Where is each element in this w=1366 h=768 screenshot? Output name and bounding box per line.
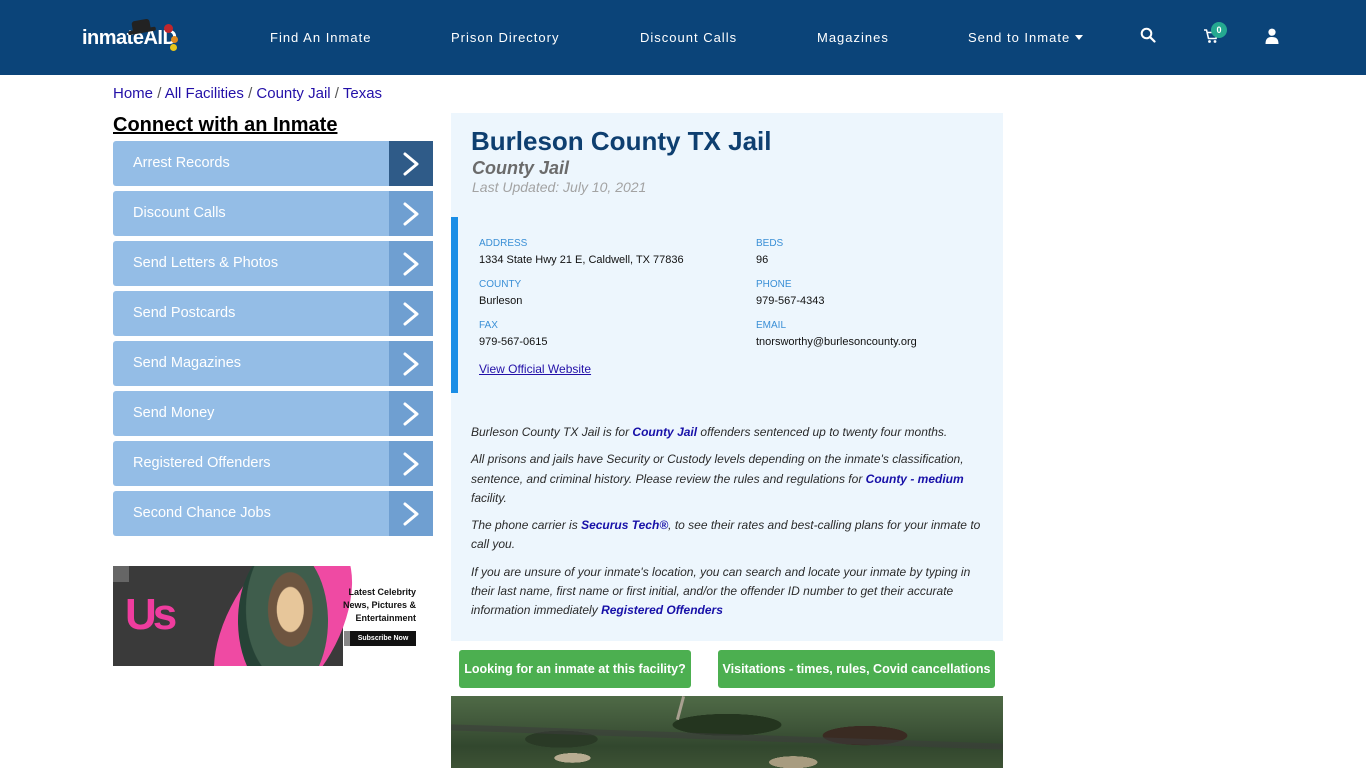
chevron-right-icon	[389, 191, 433, 236]
menu-item-label: Second Chance Jobs	[133, 505, 271, 521]
chevron-right-icon	[389, 341, 433, 386]
email-value: tnorsworthy@burlesoncounty.org	[756, 336, 917, 348]
description-paragraph: The phone carrier is Securus Tech®, to s…	[471, 516, 991, 555]
ad-corner	[113, 566, 129, 582]
nav-send-to-inmate-label: Send to Inmate	[968, 30, 1071, 45]
connect-menu: Arrest Records Discount Calls Send Lette…	[113, 141, 433, 541]
chevron-right-icon	[389, 241, 433, 286]
menu-item-label: Registered Offenders	[133, 455, 271, 471]
nav-find-an-inmate[interactable]: Find An Inmate	[270, 29, 371, 47]
phone-label: PHONE	[756, 279, 792, 290]
breadcrumb-separator: /	[334, 85, 343, 102]
fax-label: FAX	[479, 320, 498, 331]
menu-item-arrest-records[interactable]: Arrest Records	[113, 141, 433, 186]
chevron-right-icon	[389, 141, 433, 186]
county-jail-link[interactable]: County Jail	[632, 425, 697, 439]
beds-value: 96	[756, 254, 769, 266]
county-label: COUNTY	[479, 279, 522, 290]
breadcrumb-separator: /	[157, 85, 165, 102]
facility-description: Burleson County TX Jail is for County Ja…	[471, 423, 991, 629]
top-navbar: inmateAID Find An Inmate Prison Director…	[0, 0, 1366, 75]
map-road	[451, 724, 1003, 750]
visitations-button[interactable]: Visitations - times, rules, Covid cancel…	[718, 650, 995, 688]
facility-satellite-image	[451, 696, 1003, 768]
description-text: The phone carrier is	[471, 518, 582, 533]
chevron-right-icon	[389, 291, 433, 336]
logo-text: inmateAID	[82, 27, 177, 49]
chevron-right-icon	[389, 391, 433, 436]
chevron-right-icon	[389, 491, 433, 536]
facility-panel: Burleson County TX Jail County Jail Last…	[451, 113, 1003, 641]
leaf-icon	[164, 24, 173, 33]
phone-value: 979-567-4343	[756, 295, 825, 307]
user-icon[interactable]	[1265, 28, 1283, 46]
address-value: 1334 State Hwy 21 E, Caldwell, TX 77836	[479, 254, 684, 266]
county-medium-link[interactable]: County - medium	[866, 472, 964, 486]
breadcrumb-home[interactable]: Home	[113, 85, 153, 102]
menu-item-label: Send Money	[133, 405, 215, 421]
menu-item-second-chance-jobs[interactable]: Second Chance Jobs	[113, 491, 433, 536]
menu-item-send-postcards[interactable]: Send Postcards	[113, 291, 433, 336]
last-updated: Last Updated: July 10, 2021	[472, 179, 647, 195]
menu-item-label: Send Postcards	[133, 305, 236, 321]
nav-prison-directory[interactable]: Prison Directory	[451, 29, 559, 47]
us-weekly-ad-banner[interactable]: Us Latest Celebrity News, Pictures & Ent…	[113, 566, 420, 666]
map-path	[675, 696, 686, 720]
menu-item-discount-calls[interactable]: Discount Calls	[113, 191, 433, 236]
nav-send-to-inmate[interactable]: Send to Inmate	[968, 29, 1084, 47]
phone-field: PHONE 979-567-4343	[756, 279, 825, 308]
leaf-icon	[170, 44, 177, 51]
address-field: ADDRESS 1334 State Hwy 21 E, Caldwell, T…	[479, 238, 684, 267]
ad-headline: Latest Celebrity News, Pictures & Entert…	[342, 587, 416, 623]
cart-count-badge: 0	[1211, 22, 1227, 38]
breadcrumb-county-jail[interactable]: County Jail	[256, 85, 330, 102]
ad-brand-logo: Us	[125, 590, 177, 639]
registered-offenders-link[interactable]: Registered Offenders	[601, 603, 723, 617]
menu-item-send-letters-photos[interactable]: Send Letters & Photos	[113, 241, 433, 286]
county-value: Burleson	[479, 295, 523, 307]
county-field: COUNTY Burleson	[479, 279, 522, 308]
caret-down-icon	[1075, 35, 1084, 40]
address-label: ADDRESS	[479, 238, 528, 249]
menu-item-label: Send Letters & Photos	[133, 255, 279, 271]
site-logo[interactable]: inmateAID	[82, 18, 178, 54]
breadcrumb: Home / All Facilities / County Jail / Te…	[113, 85, 382, 103]
leaf-icon	[171, 36, 178, 43]
email-label: EMAIL	[756, 320, 787, 331]
beds-label: BEDS	[756, 238, 784, 249]
fax-field: FAX 979-567-0615	[479, 320, 548, 349]
description-text: facility.	[471, 490, 507, 505]
beds-field: BEDS 96	[756, 238, 783, 267]
menu-item-registered-offenders[interactable]: Registered Offenders	[113, 441, 433, 486]
description-paragraph: All prisons and jails have Security or C…	[471, 450, 991, 508]
view-official-website-link[interactable]: View Official Website	[479, 362, 591, 376]
facility-name: Burleson County TX Jail	[471, 126, 772, 156]
description-text: offenders sentenced up to twenty four mo…	[697, 425, 948, 439]
description-text: Burleson County TX Jail is for	[471, 425, 633, 439]
securus-tech-link[interactable]: Securus Tech®	[581, 518, 668, 532]
menu-item-send-money[interactable]: Send Money	[113, 391, 433, 436]
find-inmate-at-facility-button[interactable]: Looking for an inmate at this facility?	[459, 650, 691, 688]
facility-type: County Jail	[472, 158, 570, 178]
menu-item-label: Arrest Records	[133, 155, 230, 171]
search-icon[interactable]	[1140, 27, 1158, 45]
ad-subscribe-button[interactable]: Subscribe Now	[344, 631, 416, 646]
description-paragraph: If you are unsure of your inmate's locat…	[471, 563, 991, 621]
breadcrumb-all-facilities[interactable]: All Facilities	[165, 85, 244, 102]
fax-value: 979-567-0615	[479, 336, 548, 348]
menu-item-send-magazines[interactable]: Send Magazines	[113, 341, 433, 386]
breadcrumb-texas[interactable]: Texas	[343, 85, 382, 102]
nav-magazines[interactable]: Magazines	[817, 29, 889, 47]
nav-discount-calls[interactable]: Discount Calls	[640, 29, 737, 47]
chevron-right-icon	[389, 441, 433, 486]
connect-title: Connect with an Inmate	[113, 114, 338, 136]
pilgrim-hat-icon	[131, 18, 151, 32]
facility-info-box: ADDRESS 1334 State Hwy 21 E, Caldwell, T…	[451, 217, 1003, 393]
description-paragraph: Burleson County TX Jail is for County Ja…	[471, 423, 991, 442]
menu-item-label: Send Magazines	[133, 355, 242, 371]
menu-item-label: Discount Calls	[133, 205, 226, 221]
email-field: EMAIL tnorsworthy@burlesoncounty.org	[756, 320, 917, 349]
